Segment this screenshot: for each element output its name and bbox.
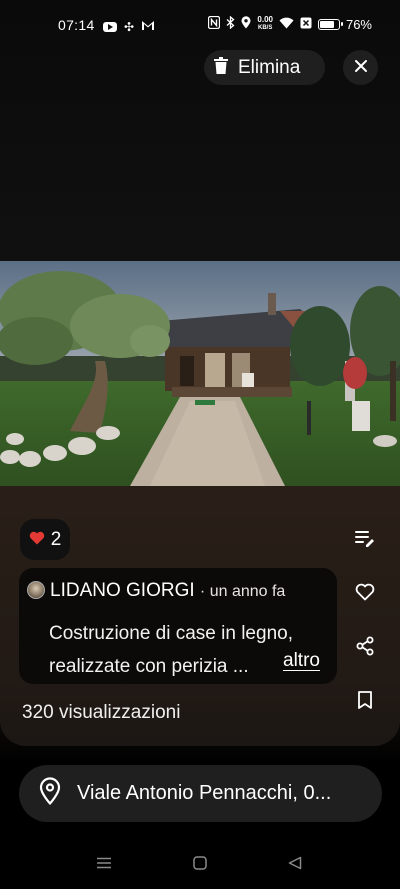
heart-outline-icon (355, 583, 375, 606)
post-time: · un anno fa (199, 583, 286, 600)
likes-pill[interactable]: 2 (20, 519, 70, 560)
speed-value: 0.00 (257, 15, 273, 24)
view-count: 320 visualizzazioni (22, 702, 181, 723)
home-button[interactable] (190, 855, 210, 875)
delete-button[interactable]: Elimina (204, 50, 325, 85)
edit-description-icon (355, 529, 375, 552)
back-button[interactable] (285, 855, 305, 875)
map-pin-icon (39, 777, 61, 810)
location-icon (241, 16, 251, 32)
bluetooth-icon (226, 15, 235, 32)
back-icon (288, 856, 302, 875)
bookmark-button[interactable] (351, 688, 379, 716)
bookmark-icon (357, 690, 373, 714)
nfc-icon (208, 15, 221, 32)
no-sim-icon (300, 17, 312, 32)
close-button[interactable] (343, 50, 378, 85)
edit-description-button[interactable] (351, 526, 379, 554)
network-speed: 0.00 KB/S (257, 16, 273, 32)
menu-icon (96, 856, 112, 874)
status-bar: 07:14 ✣ 0.00 KB/S 76% (0, 0, 400, 50)
share-button[interactable] (351, 634, 379, 662)
wifi-icon (279, 17, 294, 32)
battery-percent: 76% (345, 16, 372, 32)
author-name[interactable]: LIDANO GIORGI (50, 580, 195, 601)
home-icon (193, 855, 207, 875)
youtube-icon (103, 22, 117, 32)
likes-count: 2 (50, 528, 62, 550)
gmail-icon (141, 18, 155, 36)
status-time: 07:14 (58, 17, 95, 33)
pinwheel-icon: ✣ (124, 20, 135, 34)
post-photo[interactable] (0, 261, 400, 486)
avatar[interactable] (27, 581, 45, 599)
share-icon (355, 636, 375, 661)
author-line: LIDANO GIORGI · un anno fa (50, 580, 285, 602)
location-label: Viale Antonio Pennacchi, 0... (77, 782, 332, 804)
speed-unit: KB/S (258, 25, 273, 31)
like-button[interactable] (351, 580, 379, 608)
heart-filled-icon (29, 529, 45, 551)
close-icon (354, 59, 367, 77)
location-button[interactable]: Viale Antonio Pennacchi, 0... (19, 765, 382, 822)
photo-viewer-screen: 07:14 ✣ 0.00 KB/S 76% Elimina 2 LIDANO G… (0, 0, 400, 889)
menu-button[interactable] (94, 855, 114, 875)
battery-icon (317, 18, 343, 30)
system-navbar (0, 845, 400, 885)
trash-icon (214, 56, 228, 79)
delete-label: Elimina (238, 56, 301, 78)
wooden-house-photo (0, 261, 400, 486)
more-link[interactable]: altro (283, 650, 320, 672)
